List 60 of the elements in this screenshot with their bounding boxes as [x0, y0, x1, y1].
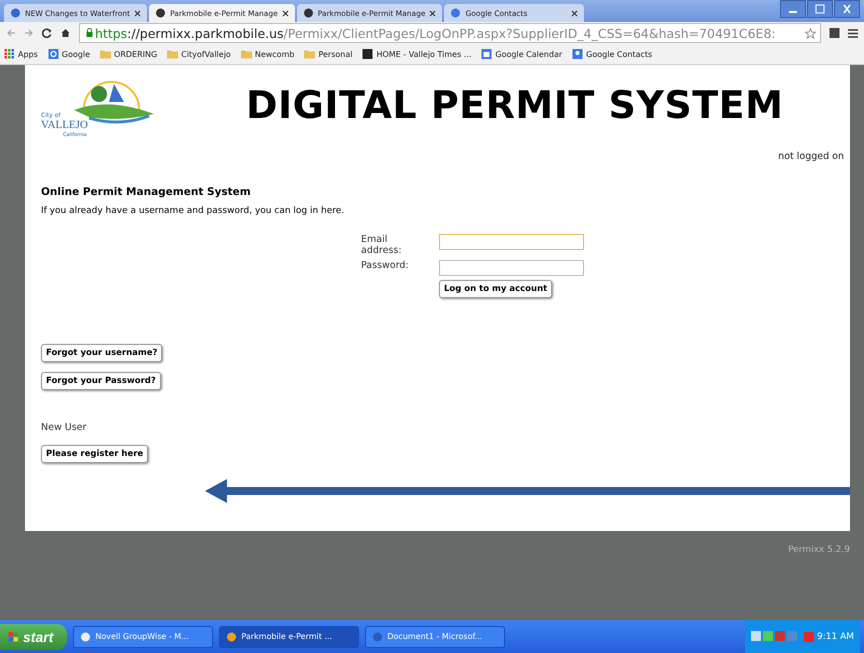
forgot-button[interactable]: Forgot your Password?	[41, 372, 161, 390]
bookmark[interactable]: Google Contacts	[572, 49, 652, 59]
maximize-button[interactable]	[807, 0, 833, 18]
email-field[interactable]	[439, 234, 584, 250]
apps-grid-icon	[4, 49, 15, 59]
bookmark[interactable]: Personal	[304, 49, 352, 59]
forgot-button[interactable]: Forgot your username?	[41, 344, 162, 362]
close-icon[interactable]	[282, 10, 289, 16]
page-icon	[450, 8, 462, 18]
bookmark[interactable]: Apps	[4, 49, 38, 59]
taskbar-item[interactable]: Novell GroupWise - M...	[73, 626, 214, 648]
google-g-icon	[48, 49, 59, 59]
close-button[interactable]	[834, 0, 860, 18]
bookmark[interactable]: ORDERING	[100, 49, 158, 59]
extension-icon[interactable]	[829, 28, 840, 38]
field-label: Email address:	[361, 234, 403, 256]
register-button[interactable]: Please register here	[41, 445, 148, 463]
calendar-icon	[481, 49, 492, 59]
folder-icon	[100, 49, 112, 59]
folder-icon	[304, 49, 316, 59]
page-icon	[10, 8, 21, 18]
page-icon	[155, 8, 166, 18]
home-icon[interactable]	[60, 28, 71, 38]
log-on-button[interactable]: Log on to my account	[439, 280, 552, 298]
app-icon	[372, 632, 384, 642]
folder-icon	[240, 49, 252, 59]
app-icon	[226, 632, 238, 642]
page-icon	[302, 8, 314, 18]
th-icon	[362, 49, 374, 59]
bookmark[interactable]: CityofVallejo	[167, 49, 231, 59]
close-icon[interactable]	[571, 10, 578, 16]
tray-app-icon	[804, 632, 814, 642]
reload-icon[interactable]	[42, 28, 52, 38]
version-text: Permixx 5.2.9	[788, 545, 850, 555]
password-field[interactable]	[439, 260, 584, 276]
folder-icon	[167, 49, 178, 59]
close-icon[interactable]	[429, 10, 436, 16]
bookmark[interactable]: Google Calendar	[481, 49, 562, 59]
windows-flag-icon	[8, 632, 19, 642]
menu-icon[interactable]	[848, 28, 858, 38]
taskbar-item[interactable]: Parkmobile e-Permit ...	[219, 626, 360, 648]
address-bar[interactable]: https://permixx.parkmobile.us/Permixx/ClientPages/LogOnPP.aspx?SupplierID_4_CSS=64&hash=70491C6E8:	[79, 23, 821, 43]
contacts-icon	[572, 49, 584, 59]
intro-text: If you already have a username and password, you can log in here.	[41, 206, 346, 216]
star-icon[interactable]	[805, 28, 816, 38]
login-status: not logged on	[778, 151, 844, 162]
field-label: Password:	[361, 260, 410, 273]
logo-text: VALLEJO	[41, 119, 88, 131]
minimize-button[interactable]	[780, 0, 806, 18]
page-heading: DIGITAL PERMIT SYSTEM	[246, 83, 784, 127]
bookmark[interactable]: Google	[48, 49, 90, 59]
app-icon	[80, 632, 92, 642]
lock-icon	[84, 28, 95, 38]
close-icon[interactable]	[134, 10, 142, 16]
clock: 9:11 AM	[817, 632, 854, 642]
taskbar-item[interactable]: Document1 - Microsof...	[365, 626, 506, 648]
new-user-label: New User	[41, 422, 88, 433]
section-title: Online Permit Management System	[41, 186, 252, 198]
bookmark[interactable]: Newcomb	[240, 49, 294, 59]
bookmark[interactable]: HOME - Vallejo Times ...	[362, 49, 472, 59]
